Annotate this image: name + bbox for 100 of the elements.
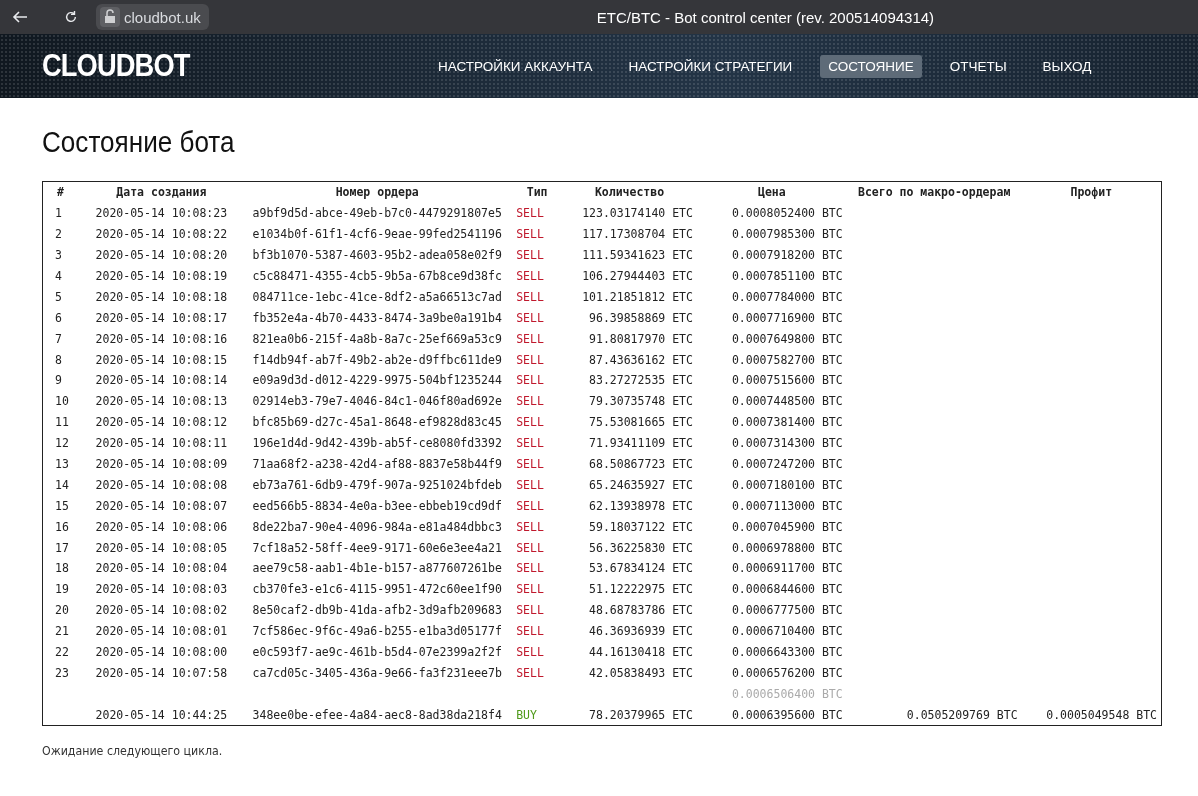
table-cell-text: 0.0008052400 BTC [730,205,844,223]
table-cell: 23 [42,662,81,684]
table-cell-text: 2020-05-14 10:08:00 [94,644,229,662]
order-type: SELL [515,372,545,390]
table-cell-text: eed566b5-8834-4e0a-b3ee-ebbeb19cd9df [251,497,503,515]
table-cell-text: 2020-05-14 10:08:18 [94,288,229,306]
table-cell-text: a9bf9d5d-abce-49eb-b7c0-4479291807e5 [251,205,503,223]
table-cell: 5 [42,286,81,308]
table-cell-text: 02914eb3-79e7-4046-84c1-046f80ad692e [251,393,503,411]
table-cell-text: 7cf18a52-58ff-4ee9-9171-60e6e3ee4a21 [251,539,503,557]
table-cell-text: 0.0006710400 BTC [730,623,844,641]
order-type: SELL [515,518,545,536]
table-cell-text: 0.0007180100 BTC [730,476,844,494]
table-cell-text: 117.17308704 ETC [581,226,694,244]
back-icon[interactable] [12,9,28,25]
table-cell-text: f14db94f-ab7f-49b2-ab2e-d9ffbc611de9 [251,351,503,369]
logo[interactable]: CLOUDBOT [42,48,306,84]
table-cell-text: 0.0007784000 BTC [730,288,844,306]
table-cell: 17 [42,537,81,559]
table-cell: 9 [42,370,81,391]
order-type: SELL [515,539,545,557]
table-cell-text: 44.16130418 ETC [588,644,694,662]
reload-icon[interactable] [64,10,78,24]
table-cell: 1 [42,202,81,224]
order-type: SELL [515,602,545,620]
table-cell-text: 0.0007448500 BTC [730,393,844,411]
order-type: SELL [515,456,545,473]
table-cell: 14 [42,474,81,496]
column-header: Профит [1021,181,1162,203]
order-type: SELL [515,497,545,515]
table-cell-text: 821ea0b6-215f-4a8b-8a7c-25ef669a53c9 [251,330,503,348]
table-cell-text: bf3b1070-5387-4603-95b2-adea058e02f9 [251,247,503,265]
column-header: Количество [562,181,697,203]
table-cell-text: 2020-05-14 10:08:02 [94,602,229,620]
table-cell-text: 79.30735748 ETC [588,393,694,411]
order-type: SELL [515,247,545,265]
table-cell: 0.0006395600 BTC [696,704,847,726]
table-cell-text: 0.0006576200 BTC [730,664,844,682]
table-cell-text: bfc85b69-d27c-45a1-8648-ef9828d83c45 [251,414,503,432]
column-header: # [42,181,81,203]
table-cell-text: 2020-05-14 10:08:12 [94,414,229,432]
table-cell-text: 51.12222975 ETC [588,581,694,599]
table-cell-text: 2020-05-14 10:08:15 [94,351,229,369]
table-cell-text: 0.0007649800 BTC [730,330,844,348]
table-cell: 22 [42,641,81,663]
table-cell-text: 96.39858869 ETC [588,309,694,327]
table-cell-text: 0.0007515600 BTC [730,372,844,390]
table-cell-text: 0.0007582700 BTC [730,351,844,369]
nav-link[interactable]: СОСТОЯНИЕ [820,54,922,78]
table-cell-text: 2020-05-14 10:08:19 [94,268,229,285]
nav-link[interactable]: ОТЧЕТЫ [941,54,1015,78]
page-heading: Состояние бота [42,126,235,159]
table-cell-text: 2020-05-14 10:08:14 [94,372,229,390]
order-type: SELL [515,351,545,369]
order-type: SELL [515,330,545,348]
table-cell-text: 2020-05-14 10:08:09 [94,456,229,473]
table-cell-text: 8e50caf2-db9b-41da-afb2-3d9afb209683 [251,602,503,620]
column-header: Номер ордера [242,181,513,203]
nav-link[interactable]: НАСТРОЙКИ СТРАТЕГИИ [620,54,801,78]
table-cell: 0.0005049548 BTC [1021,704,1162,726]
order-type: SELL [515,309,545,327]
column-header: Всего по макро-ордерам [846,181,1022,203]
address-bar[interactable]: cloudbot.uk [96,4,209,30]
table-cell-text: 196e1d4d-9d42-439b-ab5f-ce8080fd3392 [251,435,503,453]
table-cell-text: 62.13938978 ETC [588,497,694,515]
table-cell-text: 87.43636162 ETC [588,351,694,369]
table-cell-text: 084711ce-1ebc-41ce-8df2-a5a66513c7ad [251,288,503,306]
table-cell-text: 71.93411109 ETC [588,435,694,453]
table-cell: 13 [42,453,81,475]
table-cell-text: 2020-05-14 10:08:20 [94,247,229,265]
table-cell-text: 2020-05-14 10:08:16 [94,330,229,348]
browser-window-title: ETC/BTC - Bot control center (rev. 200514094314) [596,8,935,26]
table-cell-text: 0.0007314300 BTC [730,435,844,453]
nav-link[interactable]: НАСТРОЙКИ АККАУНТА [430,54,601,78]
column-header: Цена [696,181,847,203]
order-type: SELL [515,581,545,599]
table-cell-text: 0.0007045900 BTC [730,518,844,536]
table-cell: 11 [42,411,81,433]
table-cell-text: 0.0006506400 BTC [730,685,844,703]
order-type: SELL [515,268,545,285]
table-cell-text: 2020-05-14 10:08:06 [94,518,229,536]
order-type: BUY [512,704,563,726]
table-cell-text: 101.21851812 ETC [581,288,694,306]
column-header: Тип [512,181,563,203]
table-cell: 0.0505209769 BTC [846,704,1022,726]
table-cell-text: 75.53081665 ETC [588,414,694,432]
table-cell-text: 2020-05-14 10:08:03 [94,581,229,599]
column-header: Дата создания [80,181,243,203]
table-cell: 15 [42,495,81,517]
nav-link[interactable]: ВЫХОД [1034,54,1100,78]
table-cell-text: 0.0007918200 BTC [730,247,844,265]
table-cell: 7 [42,328,81,350]
table-cell-text: aee79c58-aab1-4b1e-b157-a877607261be [251,560,503,578]
table-cell-text: 0.0006911700 BTC [730,560,844,578]
table-cell-text: 2020-05-14 10:08:22 [94,226,229,244]
order-type: SELL [515,414,545,432]
order-type: SELL [515,393,545,411]
table-cell-text: 91.80817970 ETC [588,330,694,348]
table-cell-text: 42.05838493 ETC [588,664,694,682]
table-cell-text: e1034b0f-61f1-4cf6-9eae-99fed2541196 [251,226,503,244]
